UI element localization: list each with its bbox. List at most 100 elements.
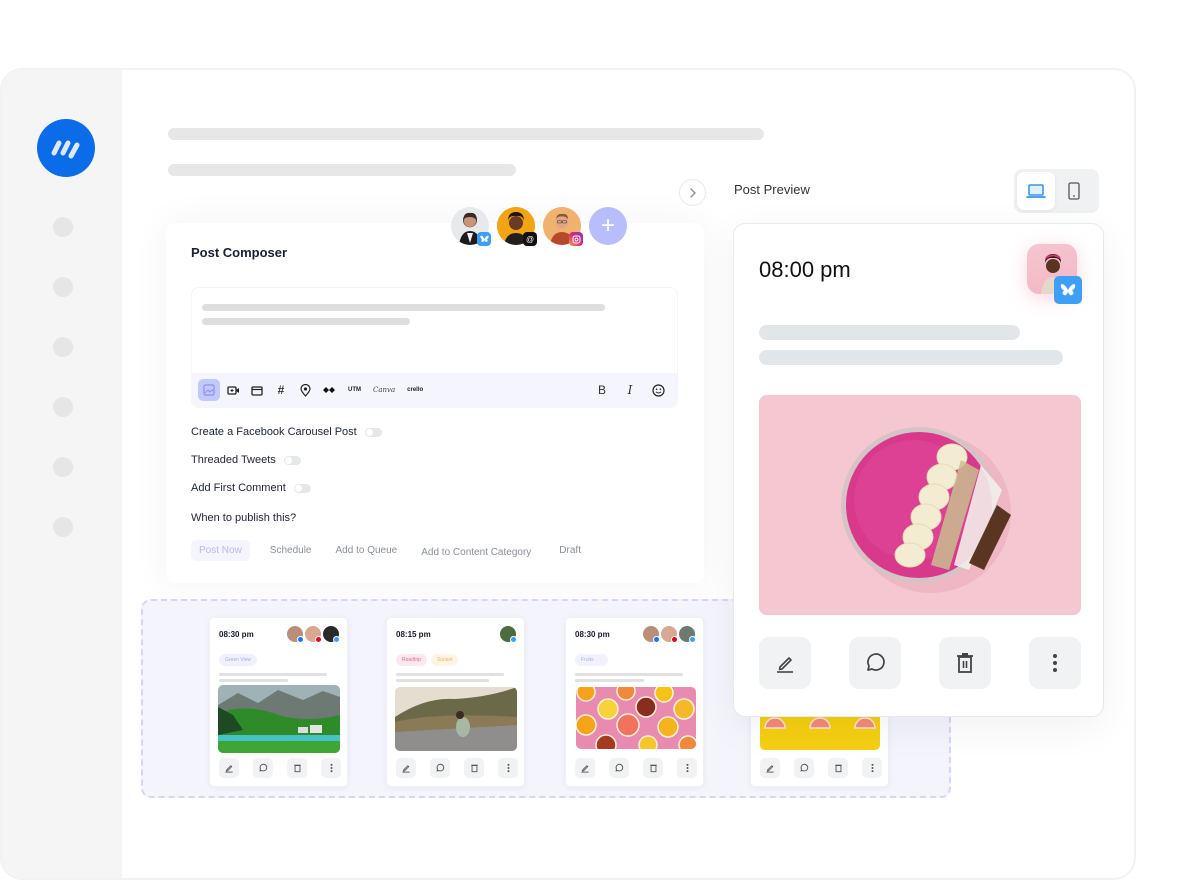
nav-item-4[interactable] — [53, 397, 73, 417]
publish-tabs: Post Now Schedule Add to Queue Add to Co… — [191, 538, 593, 563]
tag-fruits: Fruits — [575, 654, 608, 666]
pinterest-icon — [315, 636, 322, 643]
emoji-icon[interactable] — [647, 379, 669, 401]
bold-button[interactable]: B — [591, 379, 613, 401]
comment-button[interactable] — [253, 758, 273, 778]
post-image-road-sitting — [395, 687, 517, 751]
folder-icon[interactable] — [246, 379, 268, 401]
account-avatar[interactable] — [543, 207, 583, 246]
queued-post-card[interactable]: 08:30 pm Green View — [209, 617, 348, 787]
utm-button[interactable]: UTM — [348, 387, 361, 393]
logo-stripes-icon — [51, 140, 80, 159]
video-icon[interactable] — [222, 379, 244, 401]
post-actions — [760, 758, 882, 778]
comment-icon — [800, 763, 809, 772]
comment-icon — [615, 763, 624, 772]
brand-logo[interactable] — [37, 119, 95, 177]
nav-item-5[interactable] — [53, 457, 73, 477]
post-text-editor[interactable]: # UTM Canva crello B I — [191, 287, 678, 408]
tab-draft[interactable]: Draft — [551, 540, 589, 561]
post-time: 08:30 pm — [219, 630, 254, 639]
text-placeholder-line — [575, 673, 683, 676]
more-options-button[interactable] — [321, 758, 341, 778]
facebook-icon — [653, 636, 660, 643]
comment-button[interactable] — [430, 758, 450, 778]
device-switch — [1014, 169, 1099, 213]
tab-schedule[interactable]: Schedule — [262, 540, 320, 561]
edit-button[interactable] — [759, 637, 811, 689]
edit-button[interactable] — [396, 758, 416, 778]
collapse-preview-button[interactable] — [679, 179, 706, 206]
delete-button[interactable] — [287, 758, 307, 778]
location-icon[interactable] — [294, 379, 316, 401]
crello-button[interactable]: crello — [407, 387, 423, 393]
comment-icon — [259, 763, 268, 772]
facebook-carousel-toggle[interactable] — [364, 427, 382, 437]
bluesky-icon — [1054, 276, 1082, 304]
account-avatar[interactable]: @ — [497, 207, 537, 246]
more-options-button[interactable] — [862, 758, 882, 778]
edit-button[interactable] — [760, 758, 780, 778]
nav-item-3[interactable] — [53, 337, 73, 357]
mobile-view-button[interactable] — [1055, 172, 1093, 210]
edit-button[interactable] — [219, 758, 239, 778]
first-comment-toggle[interactable] — [293, 483, 311, 493]
nav-item-2[interactable] — [53, 277, 73, 297]
account-avatar — [305, 626, 322, 643]
option-label: Add First Comment — [191, 482, 286, 494]
comment-button[interactable] — [609, 758, 629, 778]
post-tags: Fruits — [575, 654, 612, 666]
text-placeholder-line — [202, 304, 605, 311]
threaded-tweets-toggle[interactable] — [283, 455, 301, 465]
add-account-button[interactable]: + — [589, 207, 627, 245]
delete-button[interactable] — [643, 758, 663, 778]
nav-item-6[interactable] — [53, 517, 73, 537]
post-accounts — [498, 626, 517, 643]
tab-add-to-content-category[interactable]: Add to Content Category — [413, 542, 539, 563]
delete-button[interactable] — [464, 758, 484, 778]
comment-button[interactable] — [849, 637, 901, 689]
delete-button[interactable] — [828, 758, 848, 778]
post-actions — [396, 758, 518, 778]
edit-button[interactable] — [575, 758, 595, 778]
text-placeholder-line — [396, 673, 504, 676]
image-icon[interactable] — [198, 379, 220, 401]
account-avatar[interactable] — [451, 207, 491, 246]
comment-icon — [867, 653, 885, 671]
phone-icon — [1068, 182, 1080, 200]
hashtag-icon[interactable]: # — [270, 379, 292, 401]
italic-button[interactable]: I — [619, 379, 641, 401]
account-avatar — [500, 626, 517, 643]
link-shortener-icon[interactable] — [318, 379, 340, 401]
post-accounts — [285, 626, 340, 643]
canva-button[interactable]: Canva — [373, 386, 395, 394]
laptop-icon — [1026, 184, 1046, 198]
chevron-right-icon — [689, 187, 696, 198]
tab-post-now[interactable]: Post Now — [191, 540, 250, 561]
text-placeholder-line — [575, 679, 644, 682]
publish-question: When to publish this? — [191, 512, 296, 524]
tab-add-to-queue[interactable]: Add to Queue — [328, 540, 406, 561]
desktop-view-button[interactable] — [1017, 172, 1055, 210]
post-accounts — [641, 626, 696, 643]
queued-post-card[interactable]: 08:15 pm Roadtrip Sunset — [386, 617, 525, 787]
header-placeholder-line — [168, 128, 764, 140]
post-image-mountain-valley — [218, 685, 340, 753]
instagram-icon — [569, 232, 583, 246]
preview-title: Post Preview — [734, 182, 810, 197]
queued-post-card[interactable]: 08:30 pm Fruits — [565, 617, 704, 787]
preview-text-placeholder — [759, 325, 1020, 340]
pencil-icon — [766, 765, 774, 773]
comment-button[interactable] — [794, 758, 814, 778]
bluesky-icon — [477, 232, 491, 246]
sidebar — [2, 70, 122, 878]
more-options-button[interactable] — [677, 758, 697, 778]
account-avatar — [679, 626, 696, 643]
bluesky-icon — [689, 636, 696, 643]
more-options-button[interactable] — [498, 758, 518, 778]
delete-button[interactable] — [939, 637, 991, 689]
pencil-icon — [402, 765, 410, 773]
more-options-button[interactable] — [1029, 637, 1081, 689]
more-vertical-icon — [871, 763, 873, 773]
nav-item-1[interactable] — [53, 217, 73, 237]
